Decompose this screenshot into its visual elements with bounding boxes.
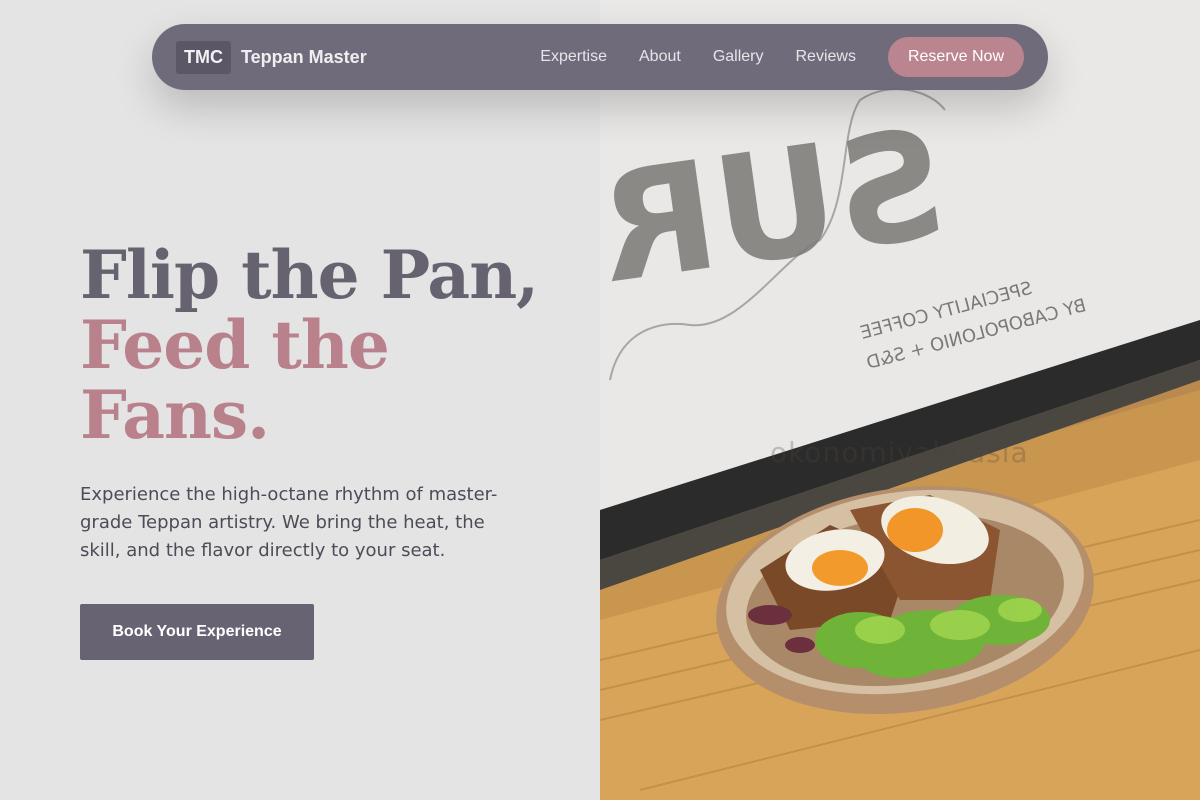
nav-links: Expertise About Gallery Reviews Reserve … xyxy=(540,37,1024,77)
nav-link-about[interactable]: About xyxy=(639,48,681,66)
hero-title-line3: Fans. xyxy=(80,376,270,454)
brand-name[interactable]: Teppan Master xyxy=(241,47,367,68)
logo-badge[interactable]: TMC xyxy=(176,40,231,74)
top-navbar: TMC Teppan Master Expertise About Galler… xyxy=(152,24,1048,90)
hero-title-line2: Feed the xyxy=(80,306,390,384)
hero-subtitle: Experience the high-octane rhythm of mas… xyxy=(80,484,498,561)
book-experience-button[interactable]: Book Your Experience xyxy=(80,604,314,660)
watermark-text: okonomiyaki.asia xyxy=(770,436,1029,469)
nav-link-gallery[interactable]: Gallery xyxy=(713,48,764,66)
food-photo-illustration: SUR SPECIALITY COFFEE BY CABOPOLONIO + S… xyxy=(600,0,1200,800)
reserve-now-button[interactable]: Reserve Now xyxy=(887,37,1024,77)
hero-title: Flip the Pan, Feed the Fans. xyxy=(80,236,539,454)
nav-link-reviews[interactable]: Reviews xyxy=(796,48,856,66)
hero-left-panel: Flip the Pan, Feed the Fans. Experience … xyxy=(0,0,600,800)
hero-image: SUR SPECIALITY COFFEE BY CABOPOLONIO + S… xyxy=(600,0,1200,800)
hero-title-line1: Flip the Pan, xyxy=(80,236,539,314)
nav-link-expertise[interactable]: Expertise xyxy=(540,48,607,66)
